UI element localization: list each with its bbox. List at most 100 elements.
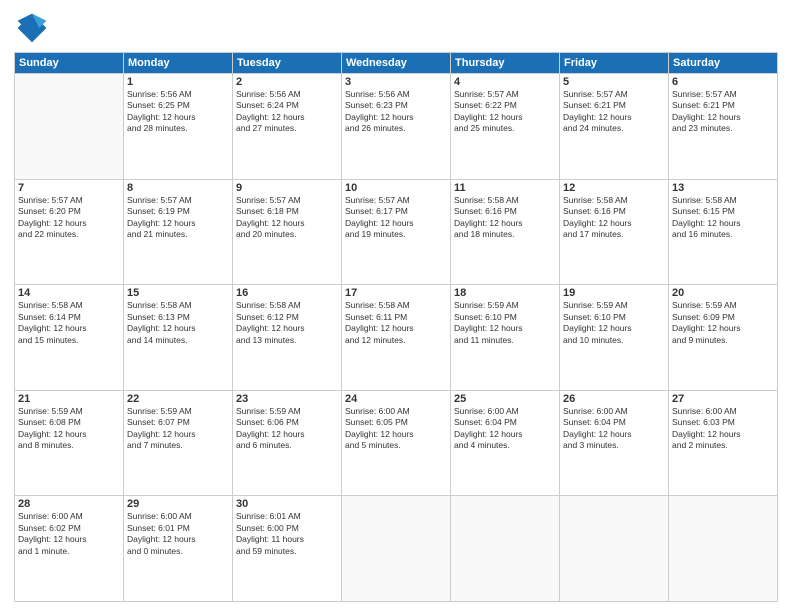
col-header-wednesday: Wednesday [342,53,451,74]
week-row-0: 1Sunrise: 5:56 AM Sunset: 6:25 PM Daylig… [15,74,778,180]
day-cell: 6Sunrise: 5:57 AM Sunset: 6:21 PM Daylig… [669,74,778,180]
day-info: Sunrise: 6:00 AM Sunset: 6:04 PM Dayligh… [454,406,556,452]
day-cell [560,496,669,602]
logo [14,10,54,46]
day-number: 13 [672,182,774,194]
day-number: 25 [454,393,556,405]
day-cell: 23Sunrise: 5:59 AM Sunset: 6:06 PM Dayli… [233,390,342,496]
day-info: Sunrise: 6:01 AM Sunset: 6:00 PM Dayligh… [236,511,338,557]
day-cell: 7Sunrise: 5:57 AM Sunset: 6:20 PM Daylig… [15,179,124,285]
day-cell: 1Sunrise: 5:56 AM Sunset: 6:25 PM Daylig… [124,74,233,180]
day-info: Sunrise: 5:59 AM Sunset: 6:06 PM Dayligh… [236,406,338,452]
day-cell: 18Sunrise: 5:59 AM Sunset: 6:10 PM Dayli… [451,285,560,391]
day-info: Sunrise: 5:57 AM Sunset: 6:22 PM Dayligh… [454,89,556,135]
day-number: 2 [236,76,338,88]
page: SundayMondayTuesdayWednesdayThursdayFrid… [0,0,792,612]
day-number: 26 [563,393,665,405]
day-number: 22 [127,393,229,405]
day-cell: 15Sunrise: 5:58 AM Sunset: 6:13 PM Dayli… [124,285,233,391]
day-number: 24 [345,393,447,405]
day-number: 17 [345,287,447,299]
day-info: Sunrise: 5:57 AM Sunset: 6:21 PM Dayligh… [563,89,665,135]
col-header-tuesday: Tuesday [233,53,342,74]
col-header-friday: Friday [560,53,669,74]
logo-icon [14,10,50,46]
day-cell: 3Sunrise: 5:56 AM Sunset: 6:23 PM Daylig… [342,74,451,180]
day-cell: 12Sunrise: 5:58 AM Sunset: 6:16 PM Dayli… [560,179,669,285]
day-number: 20 [672,287,774,299]
day-info: Sunrise: 6:00 AM Sunset: 6:04 PM Dayligh… [563,406,665,452]
col-header-thursday: Thursday [451,53,560,74]
day-cell: 21Sunrise: 5:59 AM Sunset: 6:08 PM Dayli… [15,390,124,496]
day-info: Sunrise: 5:57 AM Sunset: 6:19 PM Dayligh… [127,195,229,241]
day-cell: 9Sunrise: 5:57 AM Sunset: 6:18 PM Daylig… [233,179,342,285]
day-info: Sunrise: 5:57 AM Sunset: 6:17 PM Dayligh… [345,195,447,241]
day-cell: 22Sunrise: 5:59 AM Sunset: 6:07 PM Dayli… [124,390,233,496]
day-cell: 29Sunrise: 6:00 AM Sunset: 6:01 PM Dayli… [124,496,233,602]
col-header-sunday: Sunday [15,53,124,74]
header [14,10,778,46]
day-cell [669,496,778,602]
day-info: Sunrise: 5:59 AM Sunset: 6:08 PM Dayligh… [18,406,120,452]
day-cell: 11Sunrise: 5:58 AM Sunset: 6:16 PM Dayli… [451,179,560,285]
day-number: 8 [127,182,229,194]
day-info: Sunrise: 5:58 AM Sunset: 6:15 PM Dayligh… [672,195,774,241]
day-number: 14 [18,287,120,299]
day-info: Sunrise: 5:58 AM Sunset: 6:13 PM Dayligh… [127,300,229,346]
day-cell: 10Sunrise: 5:57 AM Sunset: 6:17 PM Dayli… [342,179,451,285]
col-header-monday: Monday [124,53,233,74]
day-info: Sunrise: 6:00 AM Sunset: 6:02 PM Dayligh… [18,511,120,557]
day-cell: 14Sunrise: 5:58 AM Sunset: 6:14 PM Dayli… [15,285,124,391]
day-info: Sunrise: 5:59 AM Sunset: 6:07 PM Dayligh… [127,406,229,452]
day-cell: 19Sunrise: 5:59 AM Sunset: 6:10 PM Dayli… [560,285,669,391]
day-number: 7 [18,182,120,194]
day-cell: 24Sunrise: 6:00 AM Sunset: 6:05 PM Dayli… [342,390,451,496]
day-cell: 16Sunrise: 5:58 AM Sunset: 6:12 PM Dayli… [233,285,342,391]
day-number: 5 [563,76,665,88]
day-cell: 2Sunrise: 5:56 AM Sunset: 6:24 PM Daylig… [233,74,342,180]
day-number: 4 [454,76,556,88]
day-cell: 27Sunrise: 6:00 AM Sunset: 6:03 PM Dayli… [669,390,778,496]
day-number: 11 [454,182,556,194]
day-cell: 8Sunrise: 5:57 AM Sunset: 6:19 PM Daylig… [124,179,233,285]
day-info: Sunrise: 6:00 AM Sunset: 6:05 PM Dayligh… [345,406,447,452]
day-number: 18 [454,287,556,299]
day-cell [15,74,124,180]
day-cell: 17Sunrise: 5:58 AM Sunset: 6:11 PM Dayli… [342,285,451,391]
col-header-saturday: Saturday [669,53,778,74]
calendar-table: SundayMondayTuesdayWednesdayThursdayFrid… [14,52,778,602]
day-info: Sunrise: 5:57 AM Sunset: 6:18 PM Dayligh… [236,195,338,241]
day-number: 6 [672,76,774,88]
day-info: Sunrise: 5:58 AM Sunset: 6:16 PM Dayligh… [563,195,665,241]
day-cell [451,496,560,602]
header-row: SundayMondayTuesdayWednesdayThursdayFrid… [15,53,778,74]
day-number: 10 [345,182,447,194]
day-cell [342,496,451,602]
day-number: 29 [127,498,229,510]
day-info: Sunrise: 5:56 AM Sunset: 6:23 PM Dayligh… [345,89,447,135]
day-cell: 25Sunrise: 6:00 AM Sunset: 6:04 PM Dayli… [451,390,560,496]
day-info: Sunrise: 5:58 AM Sunset: 6:11 PM Dayligh… [345,300,447,346]
day-info: Sunrise: 5:59 AM Sunset: 6:09 PM Dayligh… [672,300,774,346]
day-info: Sunrise: 5:59 AM Sunset: 6:10 PM Dayligh… [454,300,556,346]
day-number: 15 [127,287,229,299]
day-number: 21 [18,393,120,405]
day-info: Sunrise: 5:56 AM Sunset: 6:24 PM Dayligh… [236,89,338,135]
week-row-4: 28Sunrise: 6:00 AM Sunset: 6:02 PM Dayli… [15,496,778,602]
day-info: Sunrise: 5:57 AM Sunset: 6:20 PM Dayligh… [18,195,120,241]
week-row-2: 14Sunrise: 5:58 AM Sunset: 6:14 PM Dayli… [15,285,778,391]
day-info: Sunrise: 5:56 AM Sunset: 6:25 PM Dayligh… [127,89,229,135]
day-number: 30 [236,498,338,510]
day-info: Sunrise: 5:58 AM Sunset: 6:16 PM Dayligh… [454,195,556,241]
day-info: Sunrise: 6:00 AM Sunset: 6:03 PM Dayligh… [672,406,774,452]
day-cell: 4Sunrise: 5:57 AM Sunset: 6:22 PM Daylig… [451,74,560,180]
day-info: Sunrise: 5:59 AM Sunset: 6:10 PM Dayligh… [563,300,665,346]
day-info: Sunrise: 5:57 AM Sunset: 6:21 PM Dayligh… [672,89,774,135]
day-number: 1 [127,76,229,88]
day-cell: 26Sunrise: 6:00 AM Sunset: 6:04 PM Dayli… [560,390,669,496]
day-number: 16 [236,287,338,299]
day-cell: 28Sunrise: 6:00 AM Sunset: 6:02 PM Dayli… [15,496,124,602]
day-cell: 30Sunrise: 6:01 AM Sunset: 6:00 PM Dayli… [233,496,342,602]
day-number: 28 [18,498,120,510]
day-number: 23 [236,393,338,405]
